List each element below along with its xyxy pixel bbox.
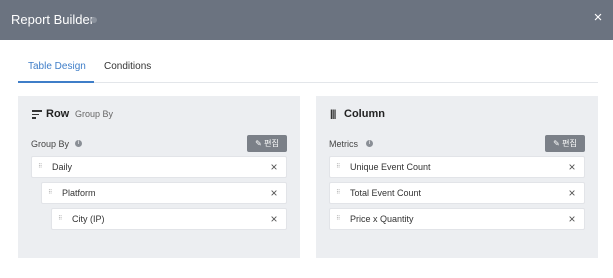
tab-conditions[interactable]: Conditions	[104, 61, 151, 72]
drag-handle-icon[interactable]: ⠿	[336, 190, 341, 196]
row-edit-label: 편집	[264, 139, 279, 148]
list-item[interactable]: ⠿ Daily ×	[31, 156, 287, 178]
column-panel: ||| Column Metrics i ✎ 편집 ⠿ Unique Event…	[316, 96, 598, 258]
window-title: Report Builder	[11, 12, 95, 27]
list-item[interactable]: ⠿ Total Event Count ×	[329, 182, 585, 204]
item-label: Platform	[62, 188, 96, 198]
list-item[interactable]: ⠿ Unique Event Count ×	[329, 156, 585, 178]
item-label: Price x Quantity	[350, 214, 414, 224]
pencil-icon: ✎	[255, 139, 262, 148]
remove-x-icon[interactable]: ×	[268, 212, 280, 226]
remove-x-icon[interactable]: ×	[268, 186, 280, 200]
info-icon[interactable]: i	[366, 140, 373, 147]
drag-handle-icon[interactable]: ⠿	[336, 216, 341, 222]
item-label: Daily	[52, 162, 73, 172]
remove-x-icon[interactable]: ×	[566, 212, 578, 226]
tab-bar: Table Design Conditions	[18, 55, 598, 83]
remove-x-icon[interactable]: ×	[566, 186, 578, 200]
column-panel-title: Column	[344, 108, 385, 120]
drag-handle-icon[interactable]: ⠿	[336, 164, 341, 170]
close-icon[interactable]: ×	[589, 9, 607, 27]
window-header: Report Builder ×	[0, 0, 613, 40]
drag-handle-icon[interactable]: ⠿	[58, 216, 63, 222]
item-label: Total Event Count	[350, 188, 422, 198]
list-item[interactable]: ⠿ Platform ×	[41, 182, 287, 204]
list-item[interactable]: ⠿ City (IP) ×	[51, 208, 287, 230]
info-icon[interactable]: i	[75, 140, 82, 147]
row-panel-subtitle: Group By	[75, 109, 114, 119]
metrics-label: Metrics	[329, 139, 358, 149]
row-edit-button[interactable]: ✎ 편집	[247, 135, 287, 152]
list-item[interactable]: ⠿ Price x Quantity ×	[329, 208, 585, 230]
drag-handle-icon[interactable]: ⠿	[38, 164, 43, 170]
item-label: Unique Event Count	[350, 162, 431, 172]
remove-x-icon[interactable]: ×	[566, 160, 578, 174]
tab-table-design[interactable]: Table Design	[28, 61, 86, 72]
row-panel-title: Row	[46, 108, 70, 120]
row-panel: Row Group By Group By i ✎ 편집 ⠿ Daily × ⠿…	[18, 96, 300, 258]
active-tab-indicator	[18, 81, 94, 83]
group-by-label: Group By	[31, 139, 70, 149]
column-edit-button[interactable]: ✎ 편집	[545, 135, 585, 152]
item-label: City (IP)	[72, 214, 105, 224]
columns-icon: |||	[330, 109, 336, 120]
sort-lines-icon	[32, 110, 42, 119]
pencil-icon: ✎	[553, 139, 560, 148]
remove-x-icon[interactable]: ×	[268, 160, 280, 174]
title-indicator-dot	[91, 17, 97, 23]
column-edit-label: 편집	[562, 139, 577, 148]
drag-handle-icon[interactable]: ⠿	[48, 190, 53, 196]
